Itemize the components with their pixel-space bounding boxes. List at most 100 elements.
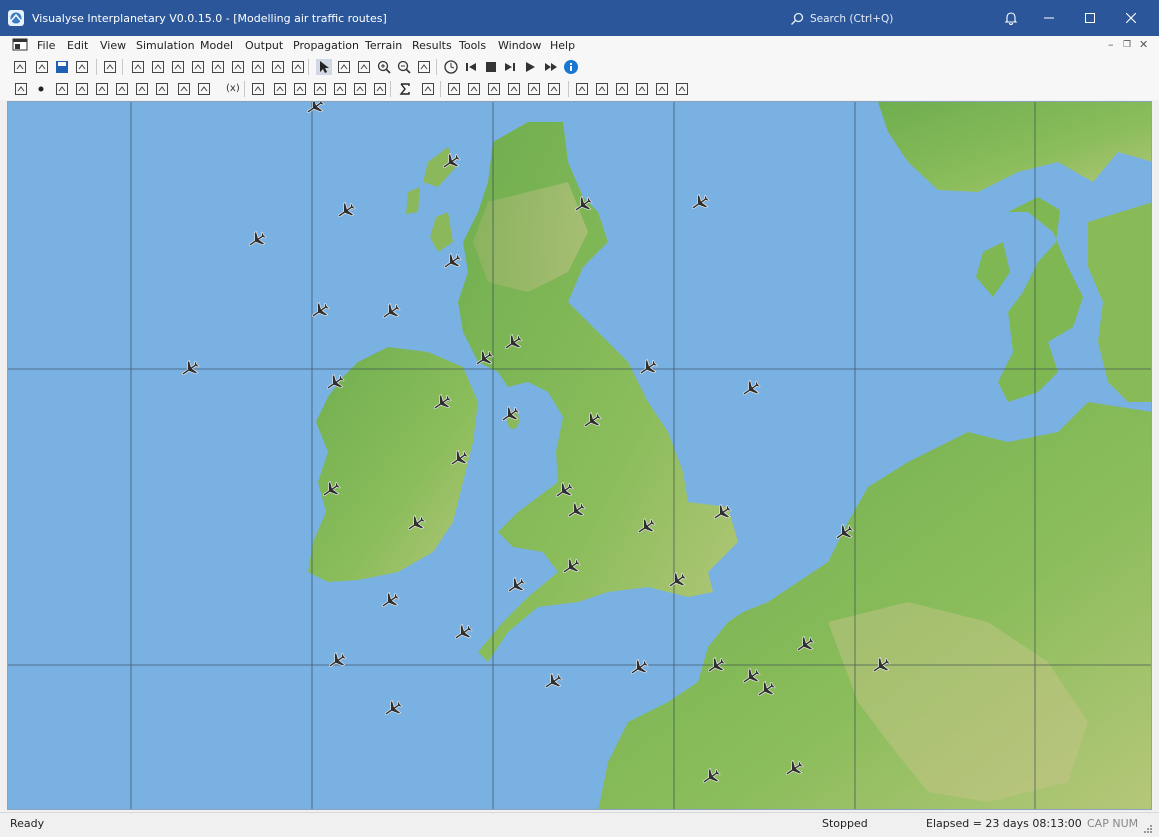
display-1-icon[interactable] [446, 81, 462, 97]
select-box-icon[interactable] [356, 59, 372, 75]
results-icon[interactable] [654, 81, 670, 97]
select-arrow-icon[interactable] [316, 59, 332, 75]
window-title: Visualyse Interplanetary V0.0.15.0 - [Mo… [32, 12, 387, 25]
save-icon[interactable] [54, 59, 70, 75]
mobile-station-icon[interactable] [150, 59, 166, 75]
step-icon[interactable] [502, 59, 518, 75]
menu-file[interactable]: File [37, 39, 55, 52]
close-button[interactable] [1111, 0, 1151, 36]
toolbar-main [0, 56, 1159, 78]
area-icon[interactable] [230, 59, 246, 75]
group-icon[interactable] [210, 59, 226, 75]
person-4-icon[interactable] [372, 81, 388, 97]
zoom-out-icon[interactable] [396, 59, 412, 75]
distance-icon[interactable] [94, 81, 110, 97]
clock-icon[interactable] [443, 59, 459, 75]
boundary-icon[interactable] [114, 81, 130, 97]
search-placeholder: Search (Ctrl+Q) [810, 13, 894, 25]
menu-edit[interactable]: Edit [67, 39, 88, 52]
map-icon[interactable] [270, 59, 286, 75]
profile-icon[interactable] [634, 81, 650, 97]
map-canvas[interactable] [8, 102, 1152, 810]
clutter-icon[interactable] [594, 81, 610, 97]
toolbar-separator [308, 59, 309, 75]
toolbar-separator [122, 59, 123, 75]
comment-icon[interactable] [416, 59, 432, 75]
menu-results[interactable]: Results [412, 39, 452, 52]
close-icon [1126, 13, 1136, 23]
sum-icon[interactable] [397, 81, 413, 97]
toolbar-separator [390, 81, 391, 97]
map-view[interactable] [7, 101, 1152, 810]
status-elapsed: Elapsed = 23 days 08:13:00 [926, 817, 1082, 830]
info-icon[interactable] [563, 59, 579, 75]
message-icon[interactable] [290, 59, 306, 75]
menu-bar: File Edit View Simulation Model Output P… [0, 36, 1159, 56]
export-icon[interactable] [420, 81, 436, 97]
link-icon[interactable] [170, 59, 186, 75]
menu-help[interactable]: Help [550, 39, 575, 52]
fast-forward-icon[interactable] [543, 59, 559, 75]
document-menu-icon[interactable] [12, 38, 28, 53]
save-as-icon[interactable] [74, 59, 90, 75]
display-2-icon[interactable] [466, 81, 482, 97]
person-2-icon[interactable] [332, 81, 348, 97]
menu-simulation[interactable]: Simulation [136, 39, 195, 52]
antenna-station-icon[interactable] [130, 59, 146, 75]
line-segment-icon[interactable] [74, 81, 90, 97]
stop-icon[interactable] [483, 59, 499, 75]
title-bar: Visualyse Interplanetary V0.0.15.0 - [Mo… [0, 0, 1159, 36]
menu-terrain[interactable]: Terrain [365, 39, 402, 52]
maximize-button[interactable] [1070, 0, 1110, 36]
point-icon[interactable] [33, 81, 49, 97]
variable-icon[interactable] [250, 81, 266, 97]
route-icon[interactable] [154, 81, 170, 97]
variable-label[interactable]: (x) [226, 83, 240, 94]
resize-grip-icon[interactable] [1142, 823, 1152, 833]
app-icon [8, 10, 24, 26]
mdi-minimize-icon[interactable]: – [1108, 38, 1114, 51]
minimize-button[interactable] [1029, 0, 1069, 36]
swap-icon[interactable] [176, 81, 192, 97]
table-icon[interactable] [250, 59, 266, 75]
open-icon[interactable] [34, 59, 50, 75]
grid-points-icon[interactable] [54, 81, 70, 97]
menu-output[interactable]: Output [245, 39, 283, 52]
menu-propagation[interactable]: Propagation [293, 39, 359, 52]
path-icon[interactable] [614, 81, 630, 97]
new-icon[interactable] [12, 59, 28, 75]
menu-tools[interactable]: Tools [459, 39, 486, 52]
status-key-indicators: CAP NUM [1087, 817, 1139, 830]
step-back-icon[interactable] [463, 59, 479, 75]
terrain-icon[interactable] [574, 81, 590, 97]
menu-view[interactable]: View [100, 39, 126, 52]
move-icon[interactable] [272, 81, 288, 97]
select-alt-icon[interactable] [336, 59, 352, 75]
display-4-icon[interactable] [506, 81, 522, 97]
bell-icon [1004, 12, 1018, 25]
person-1-icon[interactable] [312, 81, 328, 97]
copy-icon[interactable] [102, 59, 118, 75]
status-simulation-state: Stopped [822, 817, 868, 830]
mdi-restore-icon[interactable]: ❐ [1123, 40, 1131, 50]
status-ready: Ready [10, 817, 45, 830]
toolbar-separator [96, 59, 97, 75]
play-icon[interactable] [522, 59, 538, 75]
pointer-line-icon[interactable] [134, 81, 150, 97]
transmitter-icon[interactable] [13, 81, 29, 97]
notifications-button[interactable] [991, 0, 1031, 36]
display-6-icon[interactable] [546, 81, 562, 97]
rotate-icon[interactable] [292, 81, 308, 97]
menu-model[interactable]: Model [200, 39, 233, 52]
display-5-icon[interactable] [526, 81, 542, 97]
beam-icon[interactable] [190, 59, 206, 75]
zoom-in-icon[interactable] [376, 59, 392, 75]
menu-window[interactable]: Window [498, 39, 541, 52]
search-box[interactable]: Search (Ctrl+Q) [790, 10, 893, 28]
mdi-close-icon[interactable]: ✕ [1139, 38, 1148, 51]
person-3-icon[interactable] [352, 81, 368, 97]
chart-icon[interactable] [674, 81, 690, 97]
handover-icon[interactable] [196, 81, 212, 97]
toolbar-separator [436, 59, 437, 75]
display-3-icon[interactable] [486, 81, 502, 97]
